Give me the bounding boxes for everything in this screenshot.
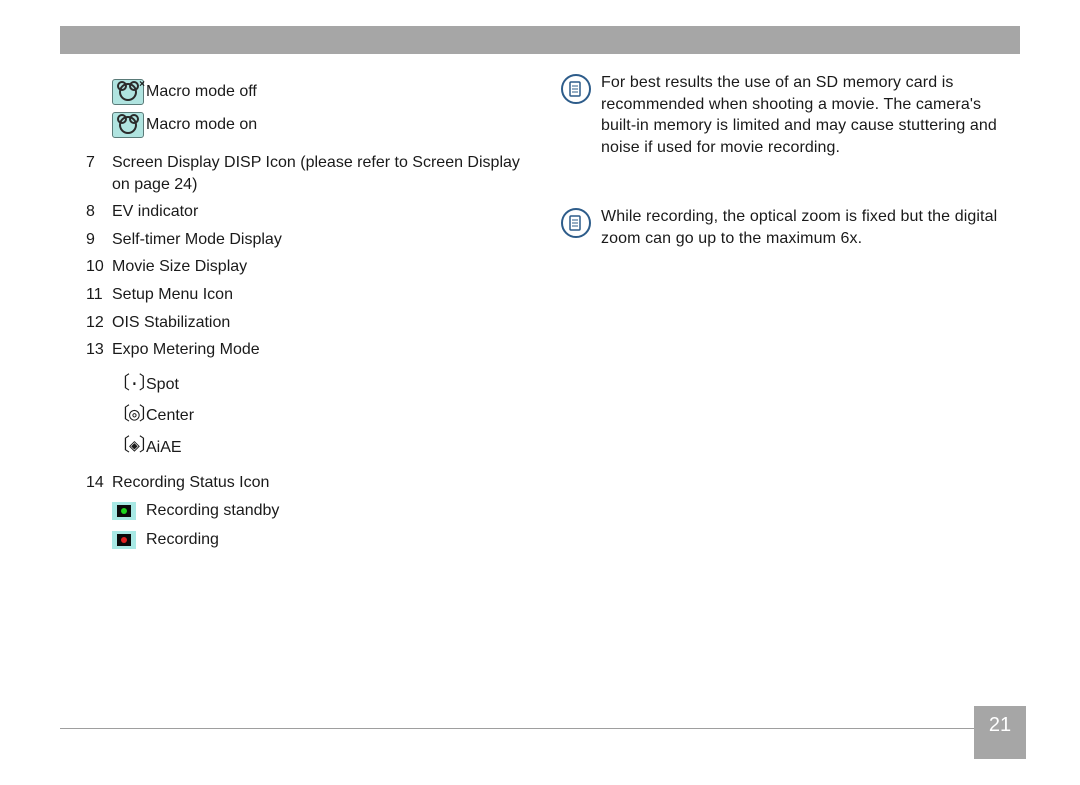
- metering-center-row: 〔◎〕 Center: [86, 404, 535, 428]
- list-item: 12 OIS Stabilization: [86, 312, 535, 334]
- recording-active-icon: [112, 531, 136, 549]
- note-icon: [561, 74, 591, 104]
- item-number: 13: [86, 339, 112, 361]
- list-item: 10 Movie Size Display: [86, 256, 535, 278]
- metering-aiae-row: 〔◈〕 AiAE: [86, 435, 535, 459]
- item-text: Expo Metering Mode: [112, 339, 535, 361]
- list-item: 14 Recording Status Icon: [86, 472, 535, 494]
- macro-mode-on-label: Macro mode on: [146, 114, 535, 136]
- item-number: 9: [86, 229, 112, 251]
- list-item: 9 Self-timer Mode Display: [86, 229, 535, 251]
- item-number: 10: [86, 256, 112, 278]
- macro-on-icon: [112, 112, 144, 138]
- footer-rule: [60, 728, 1020, 729]
- right-column: For best results the use of an SD memory…: [561, 72, 1010, 695]
- macro-mode-off-label: Macro mode off: [146, 81, 535, 103]
- note-optical-zoom: While recording, the optical zoom is fix…: [561, 206, 1010, 249]
- macro-mode-on-row: Macro mode on: [86, 112, 535, 138]
- recording-active-row: Recording: [86, 529, 535, 551]
- list-item: 8 EV indicator: [86, 201, 535, 223]
- item-number: 12: [86, 312, 112, 334]
- metering-center-label: Center: [146, 405, 535, 427]
- recording-standby-label: Recording standby: [146, 500, 535, 522]
- list-item: 7 Screen Display DISP Icon (please refer…: [86, 152, 535, 195]
- recording-standby-row: Recording standby: [86, 500, 535, 522]
- metering-aiae-label: AiAE: [146, 437, 535, 459]
- note-sd-card: For best results the use of an SD memory…: [561, 72, 1010, 158]
- metering-spot-row: 〔·〕 Spot: [86, 373, 535, 397]
- item-number: 7: [86, 152, 112, 174]
- recording-active-label: Recording: [146, 529, 535, 551]
- item-number: 8: [86, 201, 112, 223]
- item-text: Screen Display DISP Icon (please refer t…: [112, 152, 535, 195]
- item-text: Movie Size Display: [112, 256, 535, 278]
- item-text: OIS Stabilization: [112, 312, 535, 334]
- header-bar: [60, 26, 1020, 54]
- item-text: Recording Status Icon: [112, 472, 535, 494]
- item-text: Setup Menu Icon: [112, 284, 535, 306]
- left-column: × Macro mode off Macro mode on 7 Screen …: [86, 72, 535, 695]
- list-item: 13 Expo Metering Mode: [86, 339, 535, 361]
- macro-off-icon: ×: [112, 79, 144, 105]
- note-text: For best results the use of an SD memory…: [601, 72, 1010, 158]
- item-text: Self-timer Mode Display: [112, 229, 535, 251]
- note-icon: [561, 208, 591, 238]
- note-text: While recording, the optical zoom is fix…: [601, 206, 1010, 249]
- macro-mode-off-row: × Macro mode off: [86, 79, 535, 105]
- metering-spot-label: Spot: [146, 374, 535, 396]
- list-item: 11 Setup Menu Icon: [86, 284, 535, 306]
- page-number: 21: [974, 706, 1026, 759]
- item-number: 11: [86, 284, 112, 306]
- recording-standby-icon: [112, 502, 136, 520]
- item-number: 14: [86, 472, 112, 494]
- item-text: EV indicator: [112, 201, 535, 223]
- page-content: × Macro mode off Macro mode on 7 Screen …: [86, 72, 1010, 695]
